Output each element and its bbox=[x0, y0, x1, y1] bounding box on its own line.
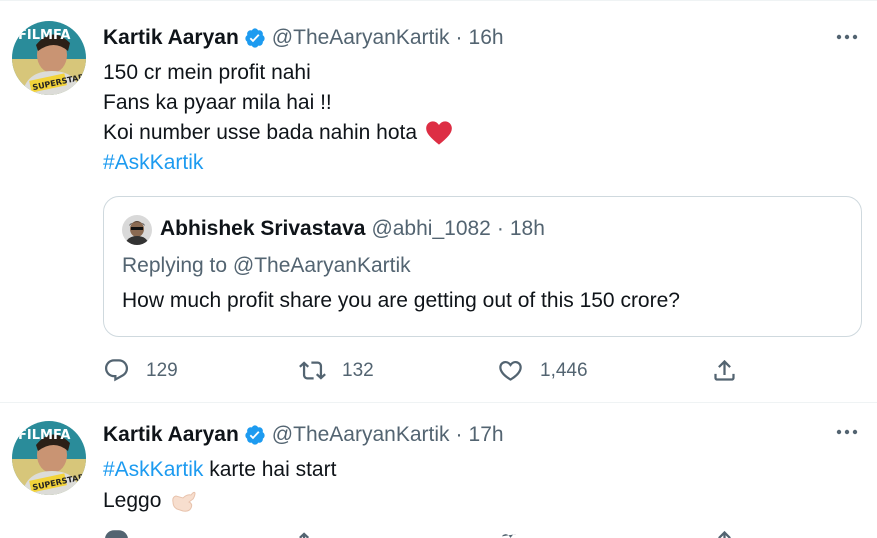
tweet-timestamp[interactable]: 16h bbox=[469, 26, 504, 50]
reply-button[interactable]: 129 bbox=[103, 357, 178, 384]
tweet-text-line: 150 cr mein profit nahi bbox=[103, 61, 311, 84]
replying-to: Replying to @TheAaryanKartik bbox=[122, 254, 411, 278]
tweet-text-line: Fans ka pyaar mila hai !! bbox=[103, 91, 332, 114]
like-button[interactable]: 1,446 bbox=[497, 357, 588, 384]
tweet-header: Kartik Aaryan @TheAaryanKartik · 16h bbox=[103, 26, 504, 50]
tweet-text-line-with-emoji: Koi number usse bada nahin hota bbox=[103, 118, 453, 148]
tweet-header: Kartik Aaryan @TheAaryanKartik · 17h bbox=[103, 423, 504, 447]
svg-text:FILMFA: FILMFA bbox=[18, 428, 70, 443]
replying-to-mention[interactable]: @TheAaryanKartik bbox=[233, 254, 411, 277]
call-me-hand-emoji bbox=[169, 488, 197, 514]
reply-icon bbox=[104, 359, 129, 382]
heart-icon[interactable] bbox=[497, 530, 527, 538]
quoted-author-handle[interactable]: @abhi_1082 bbox=[371, 217, 490, 241]
separator-dot: · bbox=[455, 26, 463, 49]
quoted-tweet-timestamp[interactable]: 18h bbox=[510, 217, 545, 241]
more-options-icon[interactable] bbox=[835, 25, 859, 55]
svg-text:FILMFA: FILMFA bbox=[18, 28, 70, 43]
quoted-tweet-header: Abhishek Srivastava @abhi_1082 · 18h bbox=[160, 217, 545, 241]
tweet-actions: 129 132 1,446 bbox=[103, 353, 753, 389]
retweet-count: 132 bbox=[342, 359, 374, 381]
avatar[interactable]: FILMFA SUPERSTAR bbox=[12, 421, 86, 495]
more-options-icon[interactable] bbox=[835, 420, 859, 450]
share-icon bbox=[714, 359, 735, 381]
hashtag-link[interactable]: #AskKartik bbox=[103, 458, 203, 481]
quoted-tweet[interactable]: Abhishek Srivastava @abhi_1082 · 18h Rep… bbox=[103, 196, 862, 337]
retweet-icon bbox=[299, 361, 326, 380]
quoted-author-name[interactable]: Abhishek Srivastava bbox=[160, 217, 365, 241]
verified-badge-icon bbox=[244, 424, 266, 446]
tweet-text-line: #AskKartik karte hai start bbox=[103, 455, 336, 485]
like-count: 1,446 bbox=[540, 359, 588, 381]
reply-count: 129 bbox=[146, 359, 178, 381]
retweet-button[interactable]: 132 bbox=[299, 357, 374, 384]
author-name[interactable]: Kartik Aaryan bbox=[103, 423, 239, 447]
tweet-text: Leggo bbox=[103, 489, 162, 512]
red-heart-emoji bbox=[425, 120, 453, 146]
share-button[interactable] bbox=[711, 357, 738, 384]
heart-icon bbox=[499, 360, 522, 381]
author-handle[interactable]: @TheAaryanKartik bbox=[272, 423, 450, 447]
tweet-1[interactable]: FILMFA SUPERSTAR Kartik Aaryan @TheAarya… bbox=[0, 0, 877, 403]
replying-to-label: Replying to bbox=[122, 254, 228, 277]
quoted-tweet-text: How much profit share you are getting ou… bbox=[122, 289, 680, 312]
tweet-text: Koi number usse bada nahin hota bbox=[103, 121, 418, 144]
avatar[interactable]: FILMFA SUPERSTAR bbox=[12, 21, 86, 95]
hashtag-link[interactable]: #AskKartik bbox=[103, 148, 203, 178]
separator-dot: · bbox=[496, 217, 504, 240]
tweet-timestamp[interactable]: 17h bbox=[469, 423, 504, 447]
retweet-icon[interactable] bbox=[299, 530, 329, 538]
author-handle[interactable]: @TheAaryanKartik bbox=[272, 26, 450, 50]
reply-icon[interactable] bbox=[103, 530, 133, 538]
author-name[interactable]: Kartik Aaryan bbox=[103, 26, 239, 50]
separator-dot: · bbox=[455, 423, 463, 446]
verified-badge-icon bbox=[244, 27, 266, 49]
avatar[interactable] bbox=[122, 215, 152, 245]
tweet-text-line-with-emoji: Leggo bbox=[103, 486, 197, 516]
share-icon[interactable] bbox=[711, 530, 741, 538]
tweet-text: karte hai start bbox=[203, 458, 337, 481]
